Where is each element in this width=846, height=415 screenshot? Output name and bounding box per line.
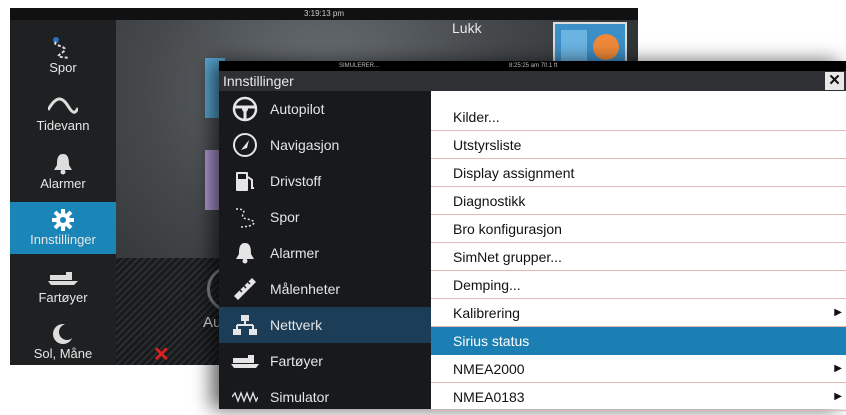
category-label: Spor xyxy=(270,209,300,225)
bg-sidebar-item-tidevann[interactable]: Tidevann xyxy=(10,88,116,140)
bg-sidebar-item-spor[interactable]: Spor xyxy=(10,30,116,82)
category-label: Nettverk xyxy=(270,317,323,333)
option-label: Display assignment xyxy=(453,165,575,181)
vessels-icon xyxy=(10,266,116,290)
submenu-arrow-icon: ▶ xyxy=(834,391,842,402)
option-simnet-grupper[interactable]: SimNet grupper... xyxy=(431,243,846,271)
bg-sidebar-item-sol-mane[interactable]: Sol, Måne xyxy=(10,316,116,365)
option-sirius-status[interactable]: Sirius status xyxy=(431,327,846,355)
bg-sidebar-label: Innstillinger xyxy=(30,232,96,247)
category-navigasjon[interactable]: Navigasjon xyxy=(219,127,431,163)
background-close-button[interactable]: Lukk xyxy=(452,20,482,36)
fuel-pump-icon xyxy=(231,167,259,195)
category-label: Autopilot xyxy=(270,101,325,117)
status-bar: SIMULERER... 8:25:25 am 70.1 ft xyxy=(219,61,846,71)
category-malenheter[interactable]: Målenheter xyxy=(219,271,431,307)
bg-sidebar-item-alarmer[interactable]: Alarmer xyxy=(10,146,116,198)
category-label: Simulator xyxy=(270,389,330,405)
bell-icon xyxy=(231,239,259,267)
close-button[interactable]: ✕ xyxy=(825,72,844,90)
compass-icon xyxy=(231,131,259,159)
option-diagnostikk[interactable]: Diagnostikk xyxy=(431,187,846,215)
option-label: Sirius status xyxy=(453,333,530,349)
gear-icon xyxy=(10,208,116,232)
option-kalibrering[interactable]: Kalibrering ▶ xyxy=(431,299,846,327)
submenu-arrow-icon: ▶ xyxy=(834,363,842,374)
category-label: Drivstoff xyxy=(270,173,322,189)
category-autopilot[interactable]: Autopilot xyxy=(219,91,431,127)
option-nmea2000[interactable]: NMEA2000 ▶ xyxy=(431,355,846,383)
status-simulating: SIMULERER... xyxy=(339,63,380,69)
bell-icon xyxy=(10,152,116,176)
option-label: Kalibrering xyxy=(453,305,520,321)
tide-icon xyxy=(10,94,116,118)
option-label: NMEA0183 xyxy=(453,389,525,405)
category-label: Alarmer xyxy=(270,245,320,261)
option-utstyrsliste[interactable]: Utstyrsliste xyxy=(431,131,846,159)
sun-moon-icon xyxy=(10,322,116,346)
option-label: Bro konfigurasjon xyxy=(453,221,562,237)
option-label: Demping... xyxy=(453,277,521,293)
bg-sidebar-label: Fartøyer xyxy=(38,290,88,305)
window-title: Innstillinger xyxy=(223,73,294,89)
option-label: Kilder... xyxy=(453,109,500,125)
bg-sidebar-label: Sol, Måne xyxy=(33,346,93,361)
network-icon xyxy=(231,311,259,339)
option-nmea0183[interactable]: NMEA0183 ▶ xyxy=(431,383,846,411)
category-spor[interactable]: Spor xyxy=(219,199,431,235)
option-kilder[interactable]: Kilder... xyxy=(431,103,846,131)
settings-options: Kilder... Utstyrsliste Display assignmen… xyxy=(431,91,846,411)
category-label: Målenheter xyxy=(270,281,341,297)
ruler-icon xyxy=(231,275,259,303)
simulator-icon xyxy=(231,383,259,411)
bg-sidebar-label: Alarmer xyxy=(40,176,86,191)
settings-categories: Autopilot Navigasjon Drivstoff Spor Alar… xyxy=(219,91,431,409)
background-sidebar: Spor Tidevann Alarmer Innstillinger Fart… xyxy=(10,20,116,365)
category-label: Fartøyer xyxy=(270,353,323,369)
category-simulator[interactable]: Simulator xyxy=(219,379,431,415)
option-demping[interactable]: Demping... xyxy=(431,271,846,299)
submenu-arrow-icon: ▶ xyxy=(834,307,842,318)
category-label: Navigasjon xyxy=(270,137,340,153)
bg-sidebar-label: Spor xyxy=(49,60,77,75)
option-display-assignment[interactable]: Display assignment xyxy=(431,159,846,187)
close-x-icon[interactable]: ✕ xyxy=(153,342,170,365)
option-label: NMEA2000 xyxy=(453,361,525,377)
category-alarmer[interactable]: Alarmer xyxy=(219,235,431,271)
bg-sidebar-item-fartoyer[interactable]: Fartøyer xyxy=(10,260,116,312)
bg-sidebar-label: Tidevann xyxy=(36,118,90,133)
steering-wheel-icon xyxy=(231,95,259,123)
option-label: SimNet grupper... xyxy=(453,249,562,265)
window-titlebar: Innstillinger xyxy=(219,71,846,91)
category-nettverk[interactable]: Nettverk xyxy=(219,307,431,343)
background-clock: 3:19:13 pm xyxy=(10,8,638,20)
option-label: Utstyrsliste xyxy=(453,137,522,153)
settings-window: SIMULERER... 8:25:25 am 70.1 ft Innstill… xyxy=(219,61,846,411)
option-bro-konfigurasjon[interactable]: Bro konfigurasjon xyxy=(431,215,846,243)
track-icon xyxy=(231,203,259,231)
category-fartoyer[interactable]: Fartøyer xyxy=(219,343,431,379)
option-label: Diagnostikk xyxy=(453,193,526,209)
track-icon xyxy=(10,36,116,60)
vessels-icon xyxy=(231,347,259,375)
category-drivstoff[interactable]: Drivstoff xyxy=(219,163,431,199)
status-time-depth: 8:25:25 am 70.1 ft xyxy=(509,63,558,69)
bg-sidebar-item-innstillinger[interactable]: Innstillinger xyxy=(10,202,116,254)
